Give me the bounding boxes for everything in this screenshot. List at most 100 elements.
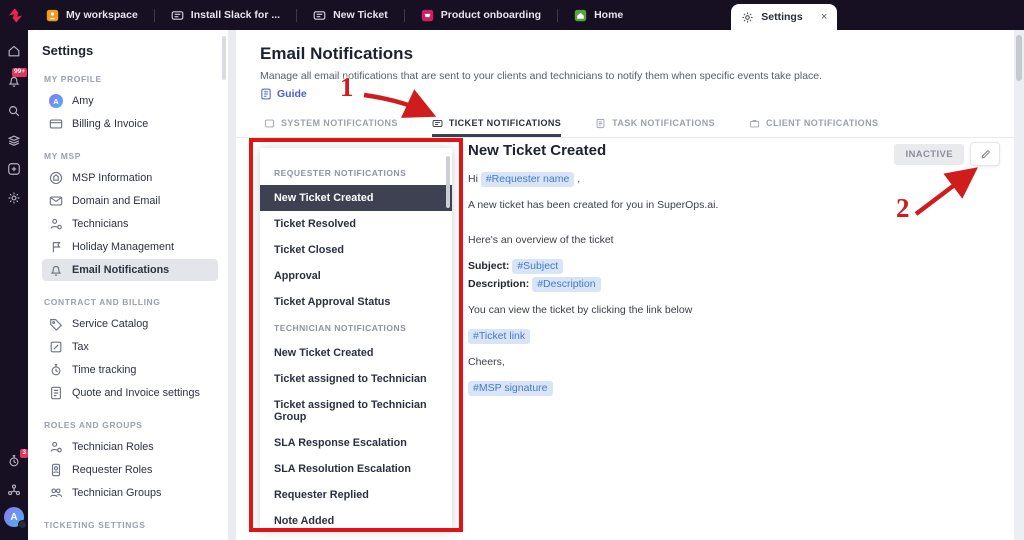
- sidebar-item-technicians[interactable]: Technicians: [42, 213, 218, 235]
- template-preview: New Ticket Created INACTIVE Hi #Requeste…: [468, 142, 1008, 408]
- sidebar-title: Settings: [42, 43, 94, 58]
- task-icon: [595, 118, 606, 129]
- document-icon: [261, 88, 271, 100]
- sidebar-item-billing-invoice[interactable]: Billing & Invoice: [42, 113, 218, 135]
- list-item-sla-resolution-escalation[interactable]: SLA Resolution Escalation: [260, 456, 452, 482]
- sidebar-item-technician-groups[interactable]: Technician Groups: [42, 482, 218, 504]
- sidebar-item-tax[interactable]: Tax: [42, 336, 218, 358]
- sidebar-item-label: Holiday Management: [72, 241, 175, 253]
- sidebar-item-domain-and-email[interactable]: Domain and Email: [42, 190, 218, 212]
- top-bar: My workspace Install Slack for ... New Tic…: [0, 0, 1024, 30]
- email-text: Subject:: [468, 260, 513, 273]
- pencil-icon: [980, 149, 990, 159]
- list-item-ticket-assigned-to-technician-group[interactable]: Ticket assigned to Technician Group: [260, 392, 452, 430]
- template-variable-chip[interactable]: #Subject: [512, 259, 564, 275]
- sidebar-item-amy[interactable]: A Amy: [42, 90, 218, 112]
- technicians-icon: [49, 217, 63, 231]
- sidebar-scrollbar[interactable]: [222, 36, 226, 80]
- sidebar-item-label: Tax: [72, 341, 89, 353]
- email-body-line: #Ticket link: [468, 328, 1008, 344]
- list-item-ticket-approval-status[interactable]: Ticket Approval Status: [260, 289, 452, 315]
- email-text: Cheers,: [468, 355, 505, 368]
- sidebar-item-requester-roles[interactable]: Requester Roles: [42, 459, 218, 481]
- list-item-approval[interactable]: Approval: [260, 263, 452, 289]
- sidebar-section-label: ROLES AND GROUPS: [44, 420, 143, 430]
- product-icon: [421, 9, 434, 22]
- home-icon[interactable]: [7, 44, 21, 58]
- email-text: Hi: [468, 173, 481, 185]
- gear-icon[interactable]: [7, 191, 21, 205]
- avatar: A: [49, 94, 63, 108]
- groups-icon: [49, 486, 63, 500]
- ticket-icon: [313, 9, 326, 22]
- sidebar-item-technician-roles[interactable]: Technician Roles: [42, 436, 218, 458]
- tab-ticket-notifications[interactable]: TICKET NOTIFICATIONS: [431, 112, 562, 137]
- scrollbar-thumb[interactable]: [1016, 35, 1022, 81]
- bell-icon[interactable]: 99+: [7, 68, 27, 88]
- requester-roles-icon: [49, 463, 63, 477]
- tab-system-notifications[interactable]: SYSTEM NOTIFICATIONS: [264, 112, 398, 137]
- sidebar-item-quote-and-invoice-settings[interactable]: Quote and Invoice settings: [42, 382, 218, 404]
- tab-client-notifications[interactable]: CLIENT NOTIFICATIONS: [749, 112, 878, 137]
- sidebar-item-email-notifications[interactable]: Email Notifications: [42, 259, 218, 281]
- left-icon-rail: 99+ 3 A: [0, 30, 28, 540]
- sidebar-item-label: Quote and Invoice settings: [72, 387, 200, 399]
- sidebar-item-msp-information[interactable]: MSP Information: [42, 167, 218, 189]
- list-item-ticket-assigned-to-technician[interactable]: Ticket assigned to Technician: [260, 366, 452, 392]
- client-icon: [749, 118, 760, 129]
- search-icon[interactable]: [7, 104, 21, 118]
- avatar[interactable]: A: [4, 507, 27, 529]
- list-item-sla-response-escalation[interactable]: SLA Response Escalation: [260, 430, 452, 456]
- tag-icon: [49, 317, 63, 331]
- tab-label: Install Slack for ...: [190, 9, 281, 21]
- list-item-ticket-resolved[interactable]: Ticket Resolved: [260, 211, 452, 237]
- superops-logo[interactable]: [0, 0, 30, 30]
- network-icon[interactable]: [7, 483, 21, 497]
- holiday-icon: [49, 240, 63, 254]
- template-variable-chip[interactable]: #MSP signature: [468, 381, 553, 396]
- template-variable-chip[interactable]: #Requester name: [480, 172, 575, 187]
- main-content: Email Notifications Manage all email not…: [236, 30, 1014, 540]
- email-text: Description:: [468, 277, 533, 290]
- list-item-ticket-closed[interactable]: Ticket Closed: [260, 237, 452, 263]
- email-text: Here's an overview of the ticket: [468, 234, 614, 247]
- list-item-new-ticket-created[interactable]: New Ticket Created: [260, 185, 452, 211]
- sidebar-item-holiday-management[interactable]: Holiday Management: [42, 236, 218, 258]
- email-body-line: Cheers,: [468, 356, 1008, 369]
- close-icon[interactable]: ×: [821, 11, 827, 23]
- list-item-new-ticket-created[interactable]: New Ticket Created: [260, 340, 452, 366]
- status-badge: INACTIVE: [894, 143, 964, 165]
- list-item-note-added[interactable]: Note Added: [260, 508, 452, 530]
- template-variable-chip[interactable]: #Description: [532, 276, 601, 292]
- page-title: Email Notifications: [260, 44, 414, 63]
- sidebar-item-label: Email Notifications: [72, 264, 170, 276]
- tab-product-onboarding[interactable]: Product onboarding: [405, 0, 557, 30]
- tab-install-slack-for[interactable]: Install Slack for ...: [155, 0, 296, 30]
- tab-new-ticket[interactable]: New Ticket: [297, 0, 404, 30]
- tab-my-workspace[interactable]: My workspace: [30, 0, 154, 30]
- sidebar-section-label: MY MSP: [44, 151, 81, 161]
- tab-home[interactable]: Home: [558, 0, 639, 30]
- email-body-line: Hi #Requester name ,: [468, 172, 1008, 187]
- list-item-requester-replied[interactable]: Requester Replied: [260, 482, 452, 508]
- plus-icon[interactable]: [7, 162, 21, 176]
- timer-icon[interactable]: 3: [7, 449, 28, 468]
- tab-task-notifications[interactable]: TASK NOTIFICATIONS: [595, 112, 715, 137]
- guide-link[interactable]: Guide: [260, 88, 307, 100]
- sidebar-item-status[interactable]: Status: [42, 536, 218, 540]
- sidebar-item-time-tracking[interactable]: Time tracking: [42, 359, 218, 381]
- tab-label: SYSTEM NOTIFICATIONS: [281, 118, 398, 128]
- bell-icon: [49, 263, 63, 277]
- mail-icon: [49, 194, 63, 208]
- sidebar-item-service-catalog[interactable]: Service Catalog: [42, 313, 218, 335]
- building-icon: [49, 171, 63, 185]
- email-text: ,: [574, 173, 581, 185]
- list-scrollbar[interactable]: [446, 156, 450, 208]
- email-body-line: You can view the ticket by clicking the …: [468, 304, 1008, 317]
- tab-settings[interactable]: Settings ×: [731, 4, 838, 30]
- template-variable-chip[interactable]: #Ticket link: [468, 328, 531, 344]
- system-icon: [264, 118, 275, 129]
- edit-button[interactable]: [970, 142, 1000, 166]
- layers-icon[interactable]: [7, 133, 21, 147]
- page-scrollbar[interactable]: [1014, 30, 1024, 540]
